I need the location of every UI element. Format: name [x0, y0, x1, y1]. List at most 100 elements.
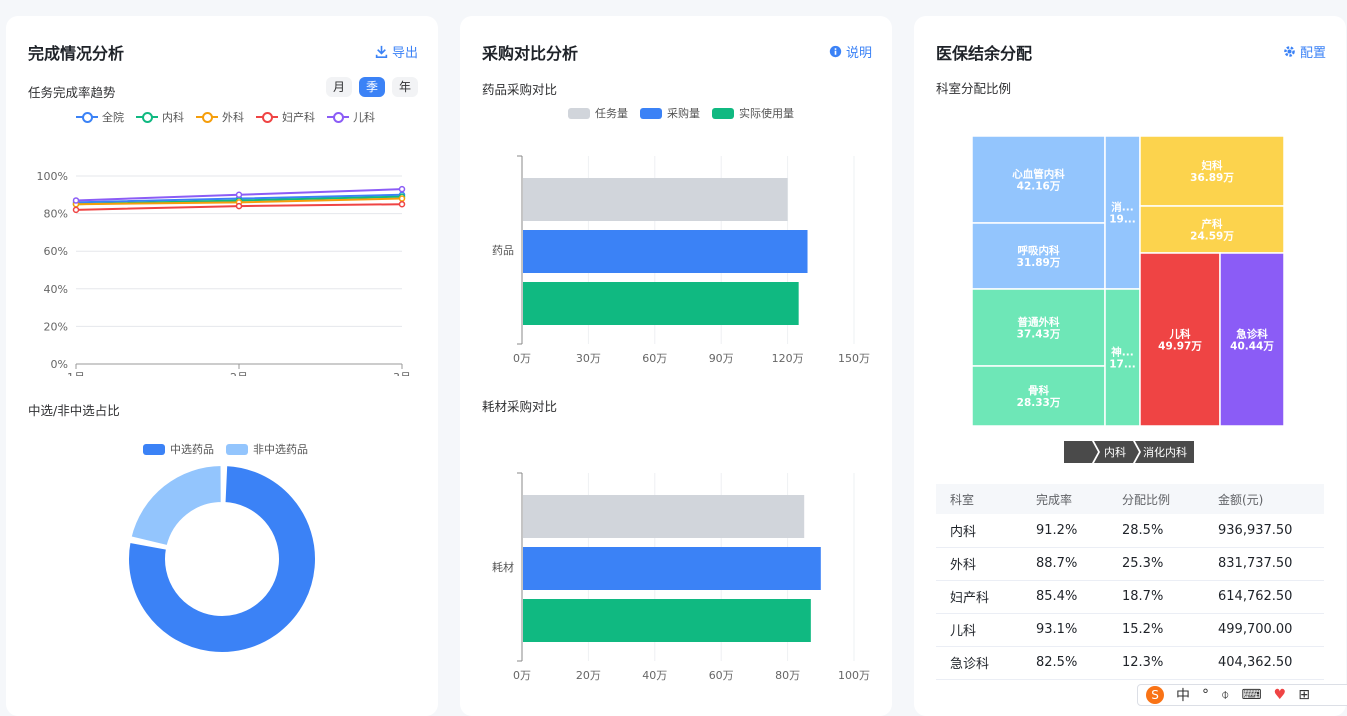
bar-采购量[interactable] — [523, 230, 808, 273]
x-tick-label: 2月 — [230, 371, 248, 376]
insurance-card: 医保结余分配 配置 科室分配比例 心血管内科 42.16万 呼吸内科 31.89万 消.… — [914, 16, 1346, 716]
treemap-value: 24.59万 — [1190, 231, 1234, 243]
procurement-card-title: 采购对比分析 — [482, 44, 579, 63]
legend-marker — [196, 112, 218, 123]
cell-ratio: 28.5% — [1108, 514, 1204, 548]
y-tick-label: 80% — [44, 208, 68, 221]
table-row[interactable]: 儿科 93.1% 15.2% 499,700.00 — [936, 613, 1324, 647]
legend-item[interactable]: 实际使用量 — [712, 105, 794, 121]
x-tick-label: 90万 — [709, 352, 734, 365]
cell-department: 外科 — [936, 547, 1022, 581]
x-tick-label: 120万 — [772, 352, 804, 365]
cell-completion: 82.5% — [1022, 646, 1108, 680]
x-tick-label: 20万 — [576, 669, 601, 682]
legend-marker — [640, 107, 662, 119]
treemap-cell-消化内科[interactable]: 消...19... — [1104, 136, 1141, 290]
bar-实际使用量[interactable] — [523, 282, 799, 325]
treemap-label: 呼吸内科 — [1018, 244, 1060, 257]
bar-实际使用量[interactable] — [523, 599, 811, 642]
legend-item[interactable]: 全院 — [76, 109, 124, 125]
help-button[interactable]: 说明 — [829, 42, 872, 61]
bar-任务量[interactable] — [523, 495, 805, 538]
period-month-button[interactable]: 月 — [326, 77, 352, 97]
info-icon — [829, 45, 842, 58]
y-tick-label: 60% — [44, 245, 68, 258]
col-completion: 完成率 — [1022, 484, 1108, 514]
legend-marker — [143, 443, 165, 455]
cell-completion: 88.7% — [1022, 547, 1108, 581]
microphone-icon[interactable]: ⌽ — [1221, 687, 1229, 703]
data-point[interactable] — [72, 206, 80, 214]
data-point[interactable] — [235, 202, 243, 210]
breadcrumb-item-2[interactable]: 消化内科 — [1143, 445, 1187, 459]
legend-item[interactable]: 内科 — [136, 109, 184, 125]
legend-marker — [712, 107, 734, 119]
x-tick-label: 1月 — [67, 371, 85, 376]
treemap-value: 36.89万 — [1190, 172, 1234, 184]
treemap-cell-神经外科[interactable]: 神...17... — [1104, 288, 1141, 427]
legend-marker — [256, 112, 278, 123]
bar-采购量[interactable] — [523, 547, 821, 590]
data-point[interactable] — [398, 185, 406, 193]
y-tick-label: 100% — [37, 170, 68, 183]
treemap-cell-儿科[interactable]: 儿科49.97万 — [1139, 252, 1221, 427]
data-point[interactable] — [72, 197, 80, 204]
treemap-value: 37.43万 — [1017, 329, 1061, 341]
allocation-table: 科室 完成率 分配比例 金额(元) 内科 91.2% 28.5% 936,937.50… — [936, 484, 1324, 680]
grid-icon[interactable]: ⊞ — [1298, 687, 1310, 703]
legend-item[interactable]: 外科 — [196, 109, 244, 125]
breadcrumb-item-1[interactable]: 内科 — [1104, 445, 1126, 459]
treemap-breadcrumb[interactable]: 内科 消化内科 — [1064, 441, 1196, 463]
x-tick-label: 60万 — [642, 352, 667, 365]
pie-title: 中选/非中选占比 — [28, 403, 120, 418]
treemap-cell-普通外科[interactable]: 普通外科37.43万 — [972, 288, 1106, 367]
sogou-icon[interactable]: S — [1146, 686, 1164, 704]
treemap-cell-心血管内科[interactable]: 心血管内科42.16万 — [972, 136, 1106, 224]
legend-item[interactable]: 妇产科 — [256, 109, 315, 125]
treemap-label: 急诊科 — [1236, 328, 1268, 341]
legend-item[interactable]: 中选药品 — [143, 441, 214, 457]
treemap-cell-急诊科[interactable]: 急诊科40.44万 — [1219, 252, 1285, 427]
bar-任务量[interactable] — [523, 178, 788, 221]
table-row[interactable]: 急诊科 82.5% 12.3% 404,362.50 — [936, 646, 1324, 680]
keyboard-icon[interactable]: ⌨ — [1241, 687, 1261, 703]
ime-toolbar[interactable]: S 中 ° ⌽ ⌨ ♥ ⊞ — [1137, 684, 1347, 706]
period-quarter-button[interactable]: 季 — [359, 77, 385, 97]
treemap-cell-产科[interactable]: 产科24.59万 — [1139, 205, 1285, 254]
table-row[interactable]: 妇产科 85.4% 18.7% 614,762.50 — [936, 580, 1324, 614]
cell-completion: 85.4% — [1022, 580, 1108, 614]
treemap-label: 心血管内科 — [1012, 168, 1065, 181]
cell-ratio: 25.3% — [1108, 547, 1204, 581]
treemap-cell-呼吸内科[interactable]: 呼吸内科31.89万 — [972, 222, 1106, 290]
legend-marker — [568, 107, 590, 119]
skin-icon[interactable]: ♥ — [1274, 687, 1287, 703]
x-tick-label: 40万 — [642, 669, 667, 682]
cell-amount: 499,700.00 — [1204, 613, 1324, 647]
col-ratio: 分配比例 — [1108, 484, 1204, 514]
col-amount: 金额(元) — [1204, 484, 1324, 514]
pie-slice-非中选药品[interactable] — [129, 464, 223, 548]
treemap-cell-妇科[interactable]: 妇科36.89万 — [1139, 136, 1285, 207]
legend-item[interactable]: 任务量 — [568, 105, 628, 121]
legend-label: 全院 — [102, 111, 124, 124]
data-point[interactable] — [398, 195, 406, 202]
legend-item[interactable]: 采购量 — [640, 105, 700, 121]
ime-mode-label[interactable]: 中 — [1176, 685, 1190, 705]
data-point[interactable] — [235, 191, 243, 199]
export-button[interactable]: 导出 — [375, 42, 418, 61]
table-header-row: 科室 完成率 分配比例 金额(元) — [936, 484, 1324, 514]
table-row[interactable]: 内科 91.2% 28.5% 936,937.50 — [936, 514, 1324, 548]
cell-department: 内科 — [936, 514, 1022, 548]
config-button[interactable]: 配置 — [1283, 42, 1326, 61]
help-label: 说明 — [845, 46, 872, 61]
treemap-cell-骨科[interactable]: 骨科28.33万 — [972, 365, 1106, 427]
table-row[interactable]: 外科 88.7% 25.3% 831,737.50 — [936, 547, 1324, 581]
treemap-title: 科室分配比例 — [936, 81, 1012, 96]
punctuation-icon[interactable]: ° — [1202, 687, 1209, 703]
legend-label: 任务量 — [595, 107, 628, 120]
period-year-button[interactable]: 年 — [392, 77, 418, 97]
legend-item[interactable]: 儿科 — [327, 109, 375, 125]
y-category-label: 耗材 — [492, 560, 514, 574]
legend-item[interactable]: 非中选药品 — [226, 441, 308, 457]
data-point[interactable] — [398, 200, 406, 208]
